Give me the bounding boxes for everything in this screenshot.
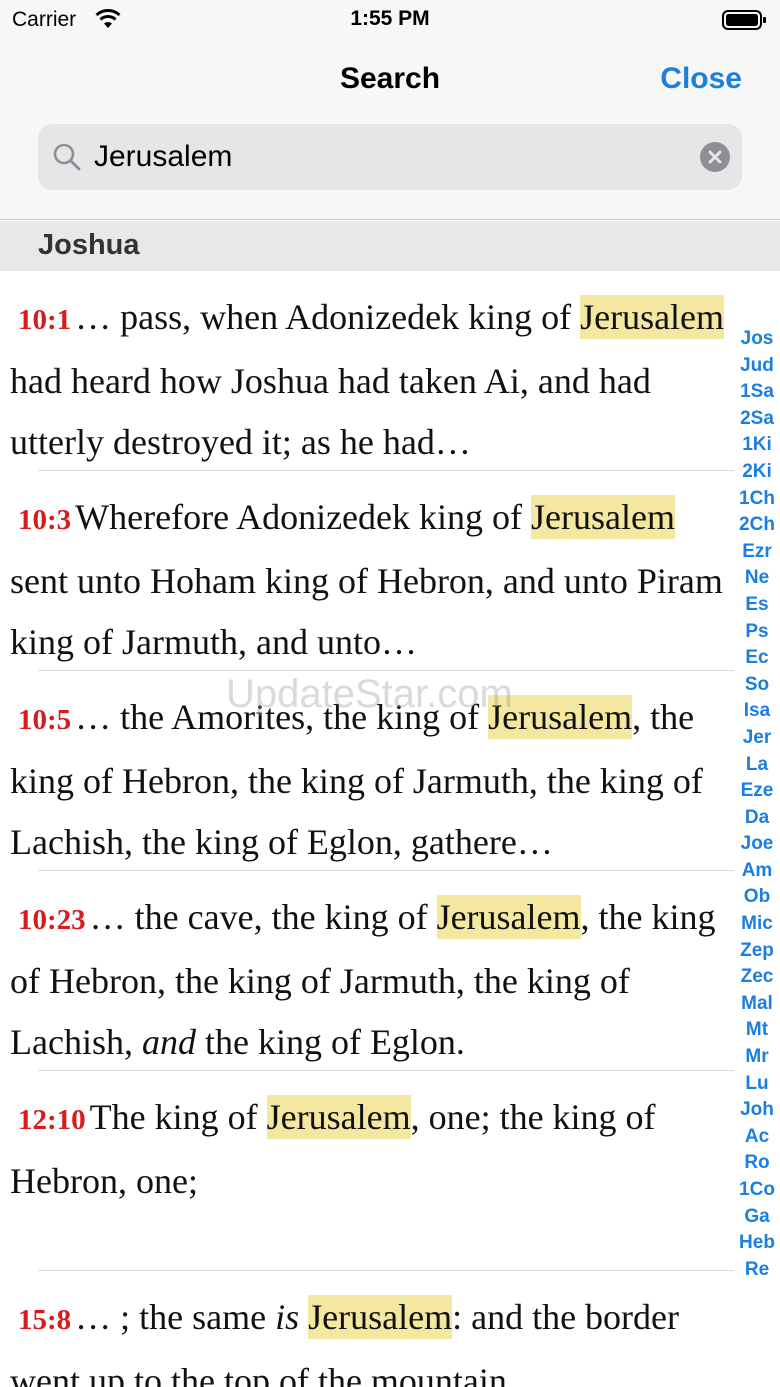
index-item-1ki[interactable]: 1Ki	[734, 432, 780, 459]
search-match-highlight: Jerusalem	[308, 1295, 453, 1339]
verse-text: and	[141, 1022, 196, 1062]
index-item-es[interactable]: Es	[734, 592, 780, 619]
verse-text: is	[275, 1297, 300, 1337]
search-match-highlight: Jerusalem	[436, 895, 581, 939]
index-item-1sa[interactable]: 1Sa	[734, 379, 780, 406]
index-item-heb[interactable]: Heb	[734, 1230, 780, 1257]
index-item-da[interactable]: Da	[734, 805, 780, 832]
clear-search-icon[interactable]	[700, 142, 730, 176]
book-index-bar[interactable]: Jos Jud 1Sa 2Sa 1Ki 2Ki 1Ch 2Ch Ezr Ne Es Ps Ec So Isa…	[734, 326, 780, 1283]
verse-text: The king of	[89, 1097, 267, 1137]
verse-text: … ; the same	[75, 1297, 276, 1337]
result-row[interactable]: 10:1… pass, when Adonizedek king of Jeru…	[0, 271, 734, 470]
index-item-ps[interactable]: Ps	[734, 619, 780, 646]
verse-text: … the Amorites, the king of	[75, 697, 489, 737]
search-results-list[interactable]: 10:1… pass, when Adonizedek king of Jeru…	[0, 271, 734, 1387]
verse-text: Wherefore Adonizedek king of	[75, 497, 531, 537]
search-icon	[52, 142, 82, 176]
index-item-2sa[interactable]: 2Sa	[734, 406, 780, 433]
index-item-la[interactable]: La	[734, 752, 780, 779]
result-text: 15:8… ; the same is Jerusalem: and the b…	[10, 1287, 728, 1387]
verse-reference: 15:8	[18, 1304, 72, 1336]
verse-reference: 12:10	[18, 1104, 86, 1136]
index-item-mr[interactable]: Mr	[734, 1044, 780, 1071]
search-match-highlight: Jerusalem	[580, 295, 725, 339]
verse-reference: 10:3	[18, 504, 72, 536]
result-row[interactable]: 10:5… the Amorites, the king of Jerusale…	[0, 671, 734, 870]
result-row[interactable]: 10:3 Wherefore Adonizedek king of Jerusal…	[0, 471, 734, 670]
verse-text: … the cave, the king of	[89, 897, 437, 937]
result-row[interactable]: 15:8… ; the same is Jerusalem: and the b…	[0, 1271, 734, 1387]
index-item-ro[interactable]: Ro	[734, 1150, 780, 1177]
index-item-2ki[interactable]: 2Ki	[734, 459, 780, 486]
result-text: 10:1… pass, when Adonizedek king of Jeru…	[10, 287, 728, 470]
result-row[interactable]: 10:23… the cave, the king of Jerusalem, …	[0, 871, 734, 1070]
verse-text: the king of Eglon.	[195, 1022, 465, 1062]
verse-text	[299, 1297, 308, 1337]
index-item-eze[interactable]: Eze	[734, 778, 780, 805]
index-item-isa[interactable]: Isa	[734, 698, 780, 725]
verse-reference: 10:5	[18, 704, 72, 736]
index-item-so[interactable]: So	[734, 672, 780, 699]
section-title: Joshua	[38, 229, 140, 261]
navigation-bar: Search Close	[0, 40, 780, 220]
index-item-ne[interactable]: Ne	[734, 565, 780, 592]
index-item-ec[interactable]: Ec	[734, 645, 780, 672]
search-match-highlight: Jerusalem	[531, 495, 675, 539]
verse-reference: 10:1	[18, 304, 72, 336]
search-match-highlight: Jerusalem	[488, 695, 633, 739]
index-item-ob[interactable]: Ob	[734, 884, 780, 911]
index-item-1co[interactable]: 1Co	[734, 1177, 780, 1204]
index-item-2ch[interactable]: 2Ch	[734, 512, 780, 539]
close-button[interactable]: Close	[660, 62, 742, 96]
index-item-zec[interactable]: Zec	[734, 964, 780, 991]
index-item-1ch[interactable]: 1Ch	[734, 486, 780, 513]
result-text: 10:3 Wherefore Adonizedek king of Jerusal…	[10, 487, 728, 670]
index-item-re[interactable]: Re	[734, 1257, 780, 1284]
clock: 1:55 PM	[350, 7, 430, 30]
index-item-mic[interactable]: Mic	[734, 911, 780, 938]
verse-text: … pass, when Adonizedek king of	[75, 297, 581, 337]
index-item-joe[interactable]: Joe	[734, 831, 780, 858]
result-text: 10:5… the Amorites, the king of Jerusale…	[10, 687, 728, 870]
index-item-ga[interactable]: Ga	[734, 1204, 780, 1231]
index-item-am[interactable]: Am	[734, 858, 780, 885]
status-bar: Carrier 1:55 PM	[0, 0, 780, 40]
search-input[interactable]	[94, 132, 674, 182]
index-item-joh[interactable]: Joh	[734, 1097, 780, 1124]
search-field[interactable]	[38, 124, 742, 190]
index-item-jos[interactable]: Jos	[734, 326, 780, 353]
result-text: 10:23… the cave, the king of Jerusalem, …	[10, 887, 728, 1070]
index-item-mt[interactable]: Mt	[734, 1017, 780, 1044]
index-item-mal[interactable]: Mal	[734, 991, 780, 1018]
index-item-zep[interactable]: Zep	[734, 938, 780, 965]
index-item-jud[interactable]: Jud	[734, 353, 780, 380]
index-item-jer[interactable]: Jer	[734, 725, 780, 752]
verse-text: had heard how Joshua had taken Ai, and h…	[10, 361, 651, 462]
battery-icon	[722, 9, 768, 35]
index-item-ac[interactable]: Ac	[734, 1124, 780, 1151]
result-text: 12:10 The king of Jerusalem, one; the kin…	[10, 1087, 728, 1270]
index-item-lu[interactable]: Lu	[734, 1071, 780, 1098]
section-header: Joshua	[0, 221, 780, 271]
result-row[interactable]: 12:10 The king of Jerusalem, one; the kin…	[0, 1071, 734, 1270]
index-item-ezr[interactable]: Ezr	[734, 539, 780, 566]
verse-reference: 10:23	[18, 904, 86, 936]
search-match-highlight: Jerusalem	[266, 1095, 411, 1139]
verse-text: sent unto Hoham king of Hebron, and unto…	[10, 561, 723, 662]
